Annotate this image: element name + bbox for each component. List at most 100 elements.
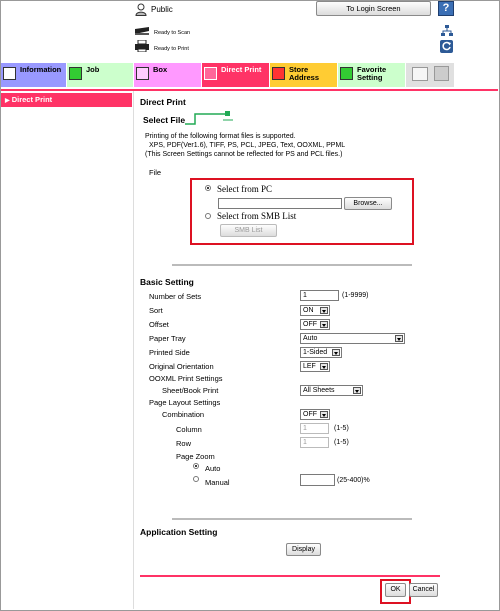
radio-zoom-auto[interactable]: [193, 463, 199, 469]
sort-select[interactable]: ON: [300, 305, 330, 316]
favorite-setting-icon: [340, 67, 353, 80]
row-label: Row: [176, 439, 192, 448]
tab-label: Information: [20, 65, 62, 74]
tab-label: Box: [153, 65, 168, 74]
radio-zoom-manual[interactable]: [193, 476, 199, 482]
column-input[interactable]: 1: [300, 423, 329, 434]
select-from-pc-label: Select from PC: [217, 184, 272, 194]
user-icon: [135, 3, 147, 16]
scanner-icon: [134, 25, 150, 37]
direct-print-icon: [204, 67, 217, 80]
offset-value: OFF: [303, 321, 317, 328]
chevron-down-icon: [320, 411, 328, 418]
number-of-sets-range: (1-9999): [342, 292, 369, 299]
printer-icon: [135, 39, 149, 54]
job-icon: [69, 67, 82, 80]
row-input[interactable]: 1: [300, 437, 329, 448]
printed-side-select[interactable]: 1-Sided: [300, 347, 342, 358]
orientation-value: LEF: [303, 363, 316, 370]
file-path-input[interactable]: [218, 198, 342, 209]
combination-select[interactable]: OFF: [300, 409, 330, 420]
tab-favorite-setting[interactable]: Favorite Setting: [338, 63, 405, 87]
column-label: Column: [176, 425, 202, 434]
box-icon: [136, 67, 149, 80]
information-icon: [3, 67, 16, 80]
ooxml-print-settings-label: OOXML Print Settings: [149, 374, 223, 383]
radio-select-from-pc[interactable]: [205, 185, 211, 191]
status-print: Ready to Print: [154, 46, 189, 52]
tab-information[interactable]: Information: [1, 63, 66, 87]
store-address-icon: [272, 67, 285, 80]
section-divider-1: [172, 264, 412, 266]
paper-tray-select[interactable]: Auto: [300, 333, 405, 344]
page-layout-settings-label: Page Layout Settings: [149, 398, 221, 407]
arrow-right-icon: ▶: [5, 98, 10, 104]
smb-list-button[interactable]: SMB List: [220, 224, 277, 237]
help-icon: ?: [442, 2, 450, 14]
help-button[interactable]: ?: [438, 1, 454, 16]
combination-label: Combination: [162, 410, 205, 419]
application-setting-heading: Application Setting: [140, 527, 218, 537]
original-orientation-label: Original Orientation: [149, 362, 214, 371]
chevron-down-icon: [332, 349, 340, 356]
footer-divider: [140, 575, 440, 577]
printed-side-label: Printed Side: [149, 348, 190, 357]
paper-tray-label: Paper Tray: [149, 334, 186, 343]
cancel-button[interactable]: Cancel: [409, 583, 438, 597]
browse-button[interactable]: Browse...: [344, 197, 392, 210]
display-button[interactable]: Display: [286, 543, 321, 556]
chevron-down-icon: [395, 335, 403, 342]
supported-formats-note: Printing of the following format files i…: [145, 133, 296, 140]
combination-value: OFF: [303, 411, 317, 418]
sidebar-item-direct-print[interactable]: ▶ Direct Print: [1, 93, 132, 107]
supported-formats-list: XPS, PDF(Ver1.6), TIFF, PS, PCL, JPEG, T…: [149, 142, 346, 149]
chevron-down-icon: [353, 387, 361, 394]
offset-select[interactable]: OFF: [300, 319, 330, 330]
customize-icon-secondary: [434, 66, 449, 81]
ok-button[interactable]: OK: [385, 583, 406, 597]
select-from-smb-label: Select from SMB List: [217, 211, 297, 221]
radio-select-from-smb[interactable]: [205, 213, 211, 219]
paper-tray-value: Auto: [303, 335, 318, 342]
tab-direct-print[interactable]: Direct Print: [202, 63, 269, 87]
refresh-icon[interactable]: [440, 40, 453, 53]
tab-box[interactable]: Box: [134, 63, 201, 87]
sort-value: ON: [303, 307, 314, 314]
sidebar-item-label: Direct Print: [11, 95, 53, 104]
tab-label: Store Address: [289, 65, 320, 82]
login-button[interactable]: To Login Screen: [316, 1, 431, 16]
chevron-down-icon: [320, 363, 328, 370]
sidebar-divider: [133, 91, 134, 609]
chevron-down-icon: [320, 321, 328, 328]
sheet-book-print-select[interactable]: All Sheets: [300, 385, 363, 396]
formats-caveat: (This Screen Settings cannot be reflecte…: [145, 151, 343, 158]
tab-label: Direct Print: [221, 65, 262, 74]
number-of-sets-label: Number of Sets: [149, 292, 202, 301]
zoom-range: (25-400)%: [337, 477, 370, 484]
printed-side-value: 1-Sided: [303, 349, 328, 356]
tab-job[interactable]: Job: [67, 63, 133, 87]
tab-label: Job: [86, 65, 100, 74]
original-orientation-select[interactable]: LEF: [300, 361, 330, 372]
basic-setting-heading: Basic Setting: [140, 277, 194, 287]
tab-label: Favorite Setting: [357, 65, 387, 82]
network-icon[interactable]: [441, 25, 453, 39]
sheet-book-print-label: Sheet/Book Print: [162, 386, 219, 395]
sort-label: Sort: [149, 306, 163, 315]
number-of-sets-input[interactable]: 1: [300, 290, 339, 301]
tab-customize[interactable]: [406, 63, 454, 87]
sheet-book-value: All Sheets: [303, 387, 335, 394]
user-label: Public: [151, 5, 173, 14]
section-divider-2: [172, 518, 412, 520]
file-label: File: [149, 168, 162, 177]
customize-icon: [412, 67, 428, 81]
zoom-manual-input[interactable]: [300, 474, 335, 486]
zoom-manual-label: Manual: [205, 478, 230, 487]
page-title: Direct Print: [140, 97, 186, 107]
tab-divider: [1, 89, 498, 91]
page-zoom-label: Page Zoom: [176, 452, 215, 461]
chevron-down-icon: [320, 307, 328, 314]
tab-store-address[interactable]: Store Address: [270, 63, 337, 87]
status-scan: Ready to Scan: [154, 30, 191, 36]
column-range: (1-5): [334, 425, 349, 432]
